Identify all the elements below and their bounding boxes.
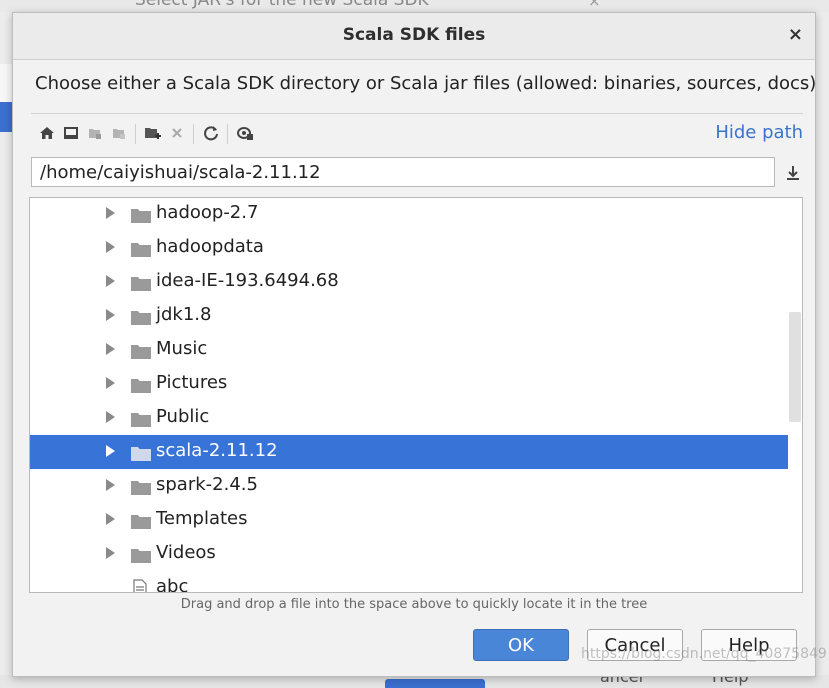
tree-item-label: Public xyxy=(156,406,210,427)
dialog-titlebar: Scala SDK files × xyxy=(13,13,815,60)
expand-arrow-icon[interactable] xyxy=(106,377,115,389)
tree-item-label: idea-IE-193.6494.68 xyxy=(156,270,339,291)
drag-drop-hint: Drag and drop a file into the space abov… xyxy=(180,597,648,612)
tree-item[interactable]: Music xyxy=(30,333,790,367)
tree-item[interactable]: jdk1.8 xyxy=(30,299,790,333)
folder-icon xyxy=(131,377,151,398)
folder-icon xyxy=(131,241,151,262)
show-hidden-icon[interactable] xyxy=(233,121,257,145)
ok-button[interactable]: OK xyxy=(473,629,569,661)
tree-item-label: Templates xyxy=(156,508,248,529)
tree-item-label: Pictures xyxy=(156,372,228,393)
tree-scrollbar-thumb[interactable] xyxy=(789,312,801,422)
tree-item-label: Music xyxy=(156,338,208,359)
expand-arrow-icon[interactable] xyxy=(106,309,115,321)
background-window-titlebar: Select JAR's for the new Scala SDK × xyxy=(0,0,829,12)
expand-arrow-icon[interactable] xyxy=(106,241,115,253)
hide-path-link[interactable]: Hide path xyxy=(715,122,803,143)
desktop-icon[interactable] xyxy=(59,121,83,145)
download-icon[interactable] xyxy=(782,161,804,185)
background-ok-button xyxy=(385,679,485,688)
expand-arrow-icon[interactable] xyxy=(106,343,115,355)
tree-item[interactable]: hadoop-2.7 xyxy=(30,198,790,231)
tree-item[interactable]: idea-IE-193.6494.68 xyxy=(30,265,790,299)
tree-item-label: hadoop-2.7 xyxy=(156,202,259,223)
expand-arrow-icon[interactable] xyxy=(106,547,115,559)
background-window-right xyxy=(814,12,829,688)
refresh-icon[interactable] xyxy=(199,121,223,145)
file-chooser-toolbar: Hide path xyxy=(35,121,805,147)
watermark: https://blog.csdn.net/qq_40875849 xyxy=(581,646,827,662)
expand-arrow-icon[interactable] xyxy=(106,513,115,525)
file-tree[interactable]: abc Videos Templates spark-2.4.5 scala-2.11.… xyxy=(29,197,803,593)
toolbar-separator xyxy=(135,124,136,144)
tree-item[interactable]: Videos xyxy=(30,537,790,571)
module-icon xyxy=(107,121,131,145)
tree-item[interactable]: Pictures xyxy=(30,367,790,401)
tree-item[interactable]: Public xyxy=(30,401,790,435)
folder-icon xyxy=(131,411,151,432)
tree-item-label: abc xyxy=(156,576,189,593)
tree-item[interactable]: scala-2.11.12 xyxy=(30,435,802,469)
new-folder-icon[interactable] xyxy=(141,121,165,145)
tree-item[interactable]: hadoopdata xyxy=(30,231,790,265)
expand-arrow-icon[interactable] xyxy=(106,411,115,423)
expand-arrow-icon[interactable] xyxy=(106,479,115,491)
background-close-icon: × xyxy=(588,0,601,10)
background-panel-strip xyxy=(0,64,12,102)
background-window-title: Select JAR's for the new Scala SDK xyxy=(135,0,429,10)
expand-arrow-icon[interactable] xyxy=(106,207,115,219)
folder-icon xyxy=(131,445,151,466)
folder-icon xyxy=(131,309,151,330)
toolbar-separator xyxy=(193,124,194,144)
scala-sdk-files-dialog: Scala SDK files × Choose either a Scala … xyxy=(12,12,827,677)
expand-arrow-icon[interactable] xyxy=(106,445,115,457)
divider xyxy=(31,113,803,114)
home-icon[interactable] xyxy=(35,121,59,145)
folder-icon xyxy=(131,275,151,296)
tree-item[interactable]: spark-2.4.5 xyxy=(30,469,790,503)
tree-item[interactable]: abc xyxy=(30,571,790,593)
toolbar-separator xyxy=(227,124,228,144)
path-input[interactable] xyxy=(31,157,775,187)
tree-item-label: jdk1.8 xyxy=(156,304,212,325)
folder-icon xyxy=(131,207,151,228)
folder-icon xyxy=(131,547,151,568)
delete-icon xyxy=(165,121,189,145)
folder-icon xyxy=(131,513,151,534)
tree-item-label: hadoopdata xyxy=(156,236,264,257)
project-icon xyxy=(83,121,107,145)
tree-scrollbar[interactable] xyxy=(788,198,802,592)
tree-item-label: spark-2.4.5 xyxy=(156,474,258,495)
dialog-title: Scala SDK files xyxy=(342,25,486,45)
folder-icon xyxy=(131,479,151,500)
background-selected-strip xyxy=(0,102,12,132)
folder-icon xyxy=(131,343,151,364)
close-icon[interactable]: × xyxy=(788,24,803,45)
dialog-description: Choose either a Scala SDK directory or S… xyxy=(35,73,817,94)
tree-item[interactable]: Templates xyxy=(30,503,790,537)
tree-item-label: scala-2.11.12 xyxy=(156,440,278,461)
file-icon xyxy=(133,579,147,592)
expand-arrow-icon[interactable] xyxy=(106,275,115,287)
tree-item-label: Videos xyxy=(156,542,216,563)
